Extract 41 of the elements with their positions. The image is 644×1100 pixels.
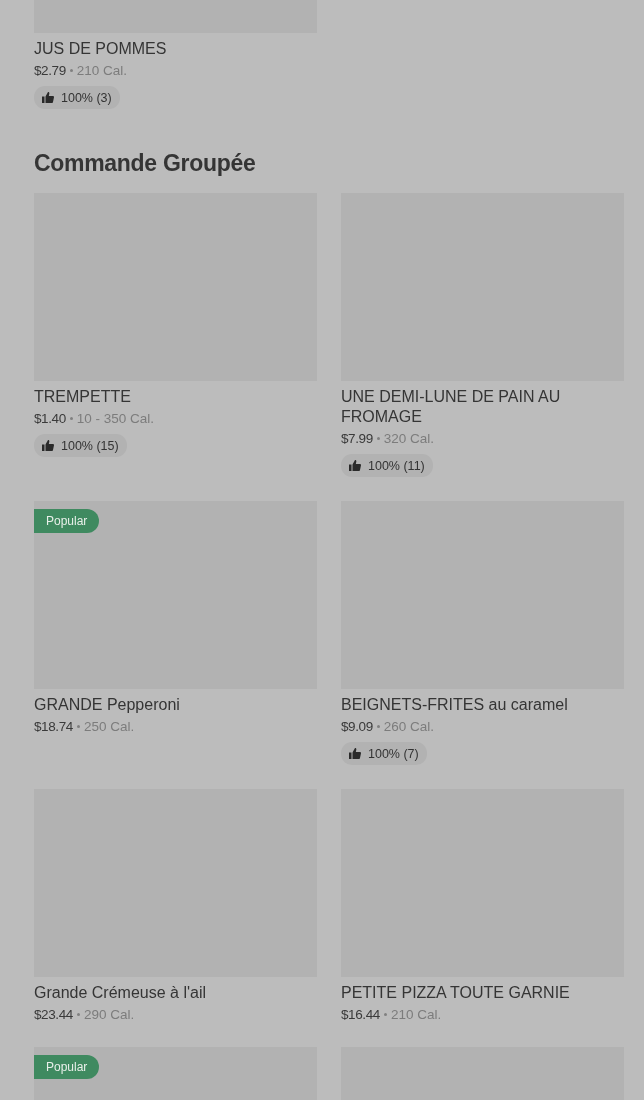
separator-dot (376, 437, 380, 440)
image-placeholder[interactable]: Popular (34, 1047, 317, 1100)
popular-badge: Popular (34, 1055, 100, 1079)
separator-dot (376, 725, 380, 728)
item-name[interactable]: PETITE PIZZA TOUTE GARNIE (341, 983, 624, 1003)
separator-dot (76, 1013, 80, 1016)
separator-dot (383, 1013, 387, 1016)
item-name[interactable]: JUS DE POMMES (34, 39, 317, 59)
thumbs-up-icon (42, 440, 54, 451)
item-name[interactable]: GRANDE Pepperoni (34, 695, 317, 715)
item-calories: 10 - 350 Cal. (76, 410, 155, 427)
rating-text: 100% (7) (368, 746, 419, 761)
image-placeholder[interactable]: Popular (34, 501, 317, 689)
rating-text: 100% (11) (368, 458, 425, 473)
item-name[interactable]: BEIGNETS-FRITES au caramel (341, 695, 624, 715)
item-calories: 260 Cal. (383, 718, 435, 735)
separator-dot (69, 417, 73, 420)
thumbs-up-icon (349, 460, 361, 471)
item-calories: 250 Cal. (83, 718, 135, 735)
thumbs-up-icon (349, 748, 361, 759)
item-name[interactable]: Grande Crémeuse à l'ail (34, 983, 317, 1003)
popular-badge: Popular (34, 509, 100, 533)
rating-text: 100% (15) (61, 438, 119, 453)
thumbs-up-icon (42, 92, 54, 103)
rating-text: 100% (3) (61, 90, 112, 105)
item-price: $23.44 (34, 1006, 73, 1023)
item-name[interactable]: UNE DEMI-LUNE DE PAIN AU FROMAGE (341, 387, 624, 427)
item-calories: 320 Cal. (383, 430, 435, 447)
item-name[interactable]: TREMPETTE (34, 387, 317, 407)
item-price: $16.44 (341, 1006, 380, 1023)
item-price: $2.79 (34, 62, 66, 79)
separator-dot (76, 725, 80, 728)
item-price: $18.74 (34, 718, 73, 735)
item-calories: 210 Cal. (76, 62, 128, 79)
item-calories: 210 Cal. (390, 1006, 442, 1023)
item-price: $1.40 (34, 410, 66, 427)
separator-dot (69, 69, 73, 72)
item-price: $9.09 (341, 718, 373, 735)
item-price: $7.99 (341, 430, 373, 447)
item-calories: 290 Cal. (83, 1006, 135, 1023)
section-heading: Commande Groupée (34, 149, 257, 177)
